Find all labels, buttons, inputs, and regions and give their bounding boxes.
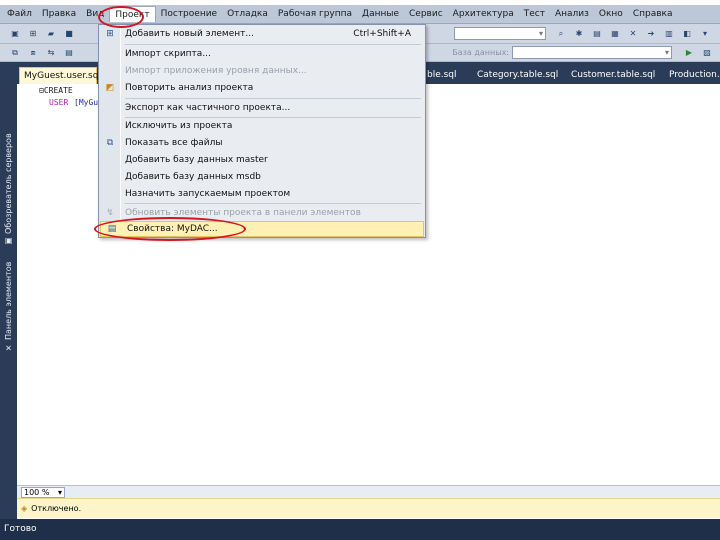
- annotation-oval-properties: [94, 217, 246, 241]
- tab-category-table-sql[interactable]: Category.table.sql: [477, 67, 558, 84]
- show-all-files-icon: ⧉: [106, 138, 114, 148]
- tab-production-sql[interactable]: Production.s: [669, 67, 720, 84]
- menu-window[interactable]: Окно: [594, 6, 628, 22]
- menu-separator: [125, 44, 421, 45]
- new-project-icon[interactable]: ▣: [8, 27, 22, 40]
- menu-item-label: Добавить базу данных msdb: [125, 172, 261, 182]
- tab-customer-table-sql[interactable]: Customer.table.sql: [571, 67, 655, 84]
- tab-myguest-user-sql[interactable]: MyGuest.user.sql: [19, 67, 101, 84]
- code-user-name: [MyGu: [74, 98, 99, 107]
- menu-separator: [125, 98, 421, 99]
- extensions-icon[interactable]: ◧: [680, 27, 694, 40]
- find-icon[interactable]: ⌕: [554, 27, 568, 40]
- menu-item-label: Исключить из проекта: [125, 121, 233, 131]
- menu-item-export-partial-project[interactable]: Экспорт как частичного проекта...: [99, 100, 425, 116]
- menu-item-exclude-from-project[interactable]: Исключить из проекта: [99, 118, 425, 134]
- menu-item-import-data-tier-app: Импорт приложения уровня данных...: [99, 63, 425, 79]
- menu-tools[interactable]: Сервис: [404, 6, 448, 22]
- disconnect-icon[interactable]: ⧈: [26, 46, 40, 59]
- menu-item-label: Импорт приложения уровня данных...: [125, 66, 307, 76]
- save-icon[interactable]: ■: [62, 27, 76, 40]
- menu-item-show-all-files[interactable]: ⧉ Показать все файлы: [99, 135, 425, 151]
- chevron-down-icon: ▾: [538, 29, 543, 38]
- status-text: Готово: [4, 524, 37, 534]
- disconnected-icon: ◈: [21, 504, 28, 513]
- object-browser-icon[interactable]: ▥: [662, 27, 676, 40]
- left-tool-strip: ▣ Обозреватель серверов ✕ Панель элемент…: [0, 62, 17, 519]
- code-line-create: ⊟CREATE: [39, 86, 73, 95]
- connection-info-bar: ◈ Отключено.: [17, 498, 720, 518]
- menu-team[interactable]: Рабочая группа: [273, 6, 357, 22]
- server-explorer-icon: ▣: [4, 237, 13, 246]
- code-keyword-user: USER: [49, 98, 69, 107]
- database-label: База данных:: [452, 48, 509, 57]
- open-file-icon[interactable]: ▰: [44, 27, 58, 40]
- menu-edit[interactable]: Правка: [37, 6, 81, 22]
- project-menu-dropdown: ⊞ Добавить новый элемент... Ctrl+Shift+A…: [98, 24, 426, 238]
- menu-test[interactable]: Тест: [519, 6, 550, 22]
- menu-build[interactable]: Построение: [156, 6, 223, 22]
- menu-item-label: Экспорт как частичного проекта...: [125, 103, 291, 113]
- menu-item-label: Добавить базу данных master: [125, 155, 268, 165]
- menu-file[interactable]: Файл: [2, 6, 37, 22]
- execute-icon[interactable]: ▶: [682, 46, 696, 59]
- menu-item-label: Добавить новый элемент...: [125, 29, 254, 39]
- menu-item-label: Повторить анализ проекта: [125, 83, 254, 93]
- chevron-down-icon: ▾: [57, 487, 62, 497]
- query-options-icon[interactable]: ▤: [62, 46, 76, 59]
- chevron-down-icon: ▾: [664, 48, 669, 57]
- server-explorer-label: Обозреватель серверов: [4, 133, 13, 234]
- solution-explorer-icon[interactable]: ▤: [590, 27, 604, 40]
- add-item-icon[interactable]: ⊞: [26, 27, 40, 40]
- zoom-value: 100 %: [24, 487, 50, 497]
- menu-item-add-master-db[interactable]: Добавить базу данных master: [99, 152, 425, 168]
- new-item-icon: ⊞: [106, 29, 114, 39]
- find-in-files-icon[interactable]: ✱: [572, 27, 586, 40]
- database-combo[interactable]: ▾: [512, 46, 672, 59]
- menu-architecture[interactable]: Архитектура: [448, 6, 519, 22]
- server-explorer-tab[interactable]: ▣ Обозреватель серверов: [2, 66, 15, 246]
- editor-zoom-bar: 100 % ▾: [17, 485, 720, 498]
- toolbar-options-icon[interactable]: ▾: [698, 27, 712, 40]
- menu-item-label: Импорт скрипта...: [125, 49, 211, 59]
- update-toolbox-icon: ↯: [106, 208, 114, 218]
- toolbox-tab[interactable]: ✕ Панель элементов: [2, 252, 15, 352]
- menu-item-import-script[interactable]: Импорт скрипта...: [99, 46, 425, 62]
- annotation-oval-project-menu: [98, 6, 144, 28]
- tab-partial-table-sql[interactable]: ble.sql: [427, 67, 457, 84]
- menu-separator: [125, 203, 421, 204]
- menu-item-reanalyze-project[interactable]: ◩ Повторить анализ проекта: [99, 80, 425, 96]
- execution-plan-icon[interactable]: ▨: [700, 46, 714, 59]
- properties-icon[interactable]: ▦: [608, 27, 622, 40]
- start-page-icon[interactable]: ➔: [644, 27, 658, 40]
- menu-item-label: Показать все файлы: [125, 138, 223, 148]
- menu-item-add-msdb-db[interactable]: Добавить базу данных msdb: [99, 169, 425, 185]
- menu-data[interactable]: Данные: [357, 6, 404, 22]
- connection-status-text: Отключено.: [31, 504, 82, 513]
- menu-item-add-new-item[interactable]: ⊞ Добавить новый элемент... Ctrl+Shift+A: [99, 26, 425, 42]
- menu-debug[interactable]: Отладка: [222, 6, 273, 22]
- menu-item-shortcut: Ctrl+Shift+A: [353, 29, 411, 39]
- solution-config-combo[interactable]: ▾: [454, 27, 546, 40]
- menu-item-set-startup-project[interactable]: Назначить запускаемым проектом: [99, 186, 425, 202]
- toolbox-label: Панель элементов: [4, 261, 13, 340]
- toolbox-icon: ✕: [4, 343, 13, 352]
- status-bar: Готово: [0, 519, 720, 540]
- connect-icon[interactable]: ⧉: [8, 46, 22, 59]
- zoom-combo[interactable]: 100 % ▾: [21, 486, 65, 498]
- menu-help[interactable]: Справка: [628, 6, 678, 22]
- change-connection-icon[interactable]: ⇆: [44, 46, 58, 59]
- menu-item-label: Назначить запускаемым проектом: [125, 189, 291, 199]
- menu-analyze[interactable]: Анализ: [550, 6, 594, 22]
- refresh-icon: ◩: [105, 83, 115, 93]
- toolbox-icon[interactable]: ✕: [626, 27, 640, 40]
